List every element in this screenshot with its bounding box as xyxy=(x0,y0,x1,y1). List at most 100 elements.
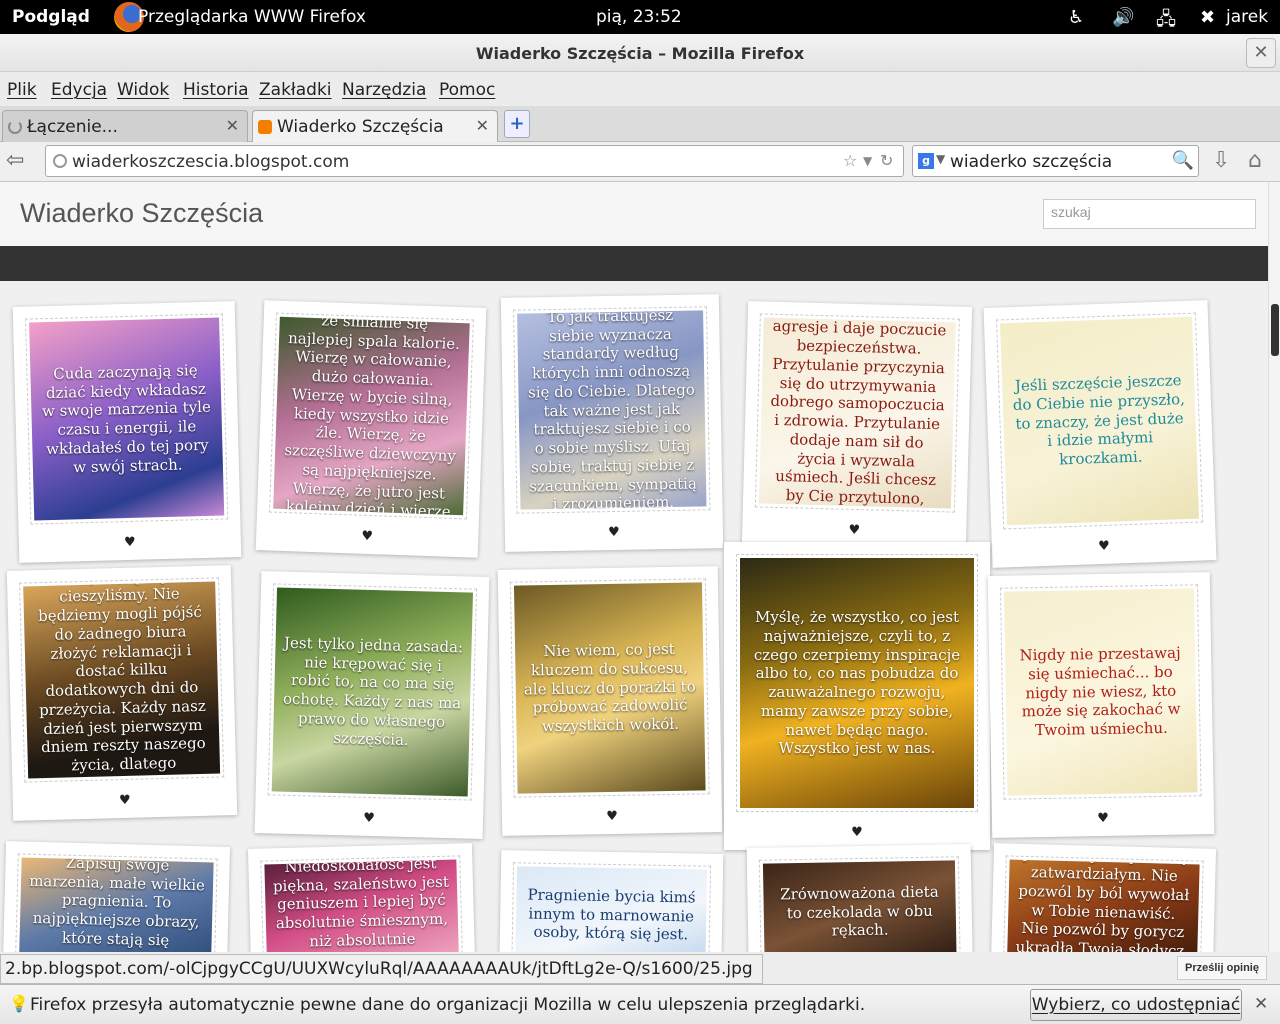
lightbulb-icon: 💡 xyxy=(9,994,29,1013)
app-menu[interactable]: Przeglądarka WWW Firefox xyxy=(138,7,366,27)
card-image[interactable]: To jak traktujesz siebie wyznacza standa… xyxy=(513,306,711,514)
vertical-scrollbar[interactable] xyxy=(1268,182,1280,952)
menu-help[interactable]: Pomoc xyxy=(439,80,495,100)
history-dropdown-icon[interactable]: ▼ xyxy=(863,154,872,168)
tab-label: Łączenie... xyxy=(27,117,118,137)
site-search-input[interactable]: szukaj xyxy=(1043,199,1256,229)
image-card[interactable]: Jeśli szczęście jeszcze do Ciebie nie pr… xyxy=(983,300,1217,568)
card-image[interactable]: Wierzę w róż. Wierzę, że śmianie się naj… xyxy=(269,312,474,520)
window-title: Wiaderko Szczęścia – Mozilla Firefox xyxy=(475,44,805,63)
tab-close-icon[interactable]: ✕ xyxy=(476,116,489,135)
card-image[interactable]: Bądź łagodny. Nie pozwól by uczynił Cię … xyxy=(1002,855,1204,952)
search-query[interactable]: wiaderko szczęścia xyxy=(950,152,1112,172)
image-card[interactable]: Przytulanie zmniejsza agresje i daje poc… xyxy=(741,301,973,551)
card-quote: Wierzę w róż. Wierzę, że śmianie się naj… xyxy=(284,316,461,516)
bookmark-star-icon[interactable]: ☆ xyxy=(843,151,857,170)
status-link-preview: 2.bp.blogspot.com/-olCjpgyCCgU/UUXWcyluR… xyxy=(0,954,763,984)
card-quote: Nigdy nie przestawaj się uśmiechać... bo… xyxy=(1019,643,1181,740)
image-card[interactable]: Jest tylko jedna zasada: nie krępować si… xyxy=(254,571,490,839)
card-image[interactable]: Jeśli szczęście jeszcze do Ciebie nie pr… xyxy=(995,312,1204,530)
search-icon[interactable]: 🔍 xyxy=(1172,150,1194,171)
heart-icon[interactable]: ♥ xyxy=(255,808,483,829)
card-quote: Myślę, że wszystko, co jest najważniejsz… xyxy=(753,608,961,758)
image-card[interactable]: Zrównoważona dieta to czekolada w obu rę… xyxy=(746,844,974,952)
card-image[interactable]: Powinniśmy zrozumieć, że nie dostaniemy … xyxy=(19,577,225,783)
site-nav-bar xyxy=(0,246,1268,281)
network-icon[interactable]: 🖧 xyxy=(1156,7,1176,37)
card-image[interactable]: Nigdy nie przestawaj się uśmiechać... bo… xyxy=(999,584,1202,800)
heart-icon[interactable]: ♥ xyxy=(724,825,990,840)
heart-icon[interactable]: ♥ xyxy=(505,523,723,542)
image-card[interactable]: Cuda zaczynają się dziać kiedy wkładasz … xyxy=(12,301,242,563)
heart-icon[interactable]: ♥ xyxy=(992,535,1216,558)
menu-edit[interactable]: Edycja xyxy=(51,80,107,100)
menu-view[interactable]: Widok xyxy=(117,80,169,100)
site-header: Wiaderko Szczęścia szukaj xyxy=(0,182,1268,246)
choose-sharing-button[interactable]: Wybierz, co udostępniać xyxy=(1030,989,1242,1021)
card-quote: Pragnienie bycia kimś innym to marnowani… xyxy=(527,885,696,944)
image-card[interactable]: Powinniśmy zrozumieć, że nie dostaniemy … xyxy=(6,565,238,821)
heart-icon[interactable]: ♥ xyxy=(742,520,966,541)
card-image[interactable]: Cuda zaczynają się dziać kiedy wkładasz … xyxy=(24,313,229,525)
card-image[interactable]: Zrównoważona dieta to czekolada w obu rę… xyxy=(758,856,961,952)
card-image[interactable]: Zapisuj swoje marzenia, małe wielkie pra… xyxy=(14,853,218,952)
new-tab-button[interactable]: + xyxy=(504,110,530,138)
heart-icon[interactable]: ♥ xyxy=(256,525,478,548)
feedback-button[interactable]: Prześlij opinię xyxy=(1177,956,1267,980)
home-icon[interactable]: ⌂ xyxy=(1248,148,1262,173)
menu-history[interactable]: Historia xyxy=(183,80,249,100)
navigation-toolbar: ⇦ wiaderkoszczescia.blogspot.com ☆ ▼ ↻ g… xyxy=(0,142,1280,182)
clock[interactable]: pią, 23:52 xyxy=(596,7,682,27)
card-image[interactable]: Pragnienie bycia kimś innym to marnowani… xyxy=(511,862,712,952)
image-card[interactable]: Pragnienie bycia kimś innym to marnowani… xyxy=(498,850,724,952)
window-titlebar: Wiaderko Szczęścia – Mozilla Firefox ✕ xyxy=(0,34,1280,72)
search-bar[interactable]: g ▼ wiaderko szczęścia 🔍 xyxy=(912,145,1199,177)
card-image[interactable]: Nie wiem, co jest kluczem do sukcesu, al… xyxy=(509,578,710,798)
google-engine-icon[interactable]: g xyxy=(918,153,934,169)
globe-icon xyxy=(53,154,67,168)
tab-active[interactable]: Wiaderko Szczęścia ✕ xyxy=(252,110,498,143)
tab-loading[interactable]: Łączenie... ✕ xyxy=(2,110,248,142)
image-card[interactable]: Myślę, że wszystko, co jest najważniejsz… xyxy=(724,542,990,850)
image-card[interactable]: Nie wiem, co jest kluczem do sukcesu, al… xyxy=(497,566,723,836)
accessibility-icon[interactable]: ♿ xyxy=(1068,7,1084,28)
user-menu[interactable]: jarek xyxy=(1226,7,1268,27)
image-card[interactable]: Niedoskonałość jest piękna, szaleństwo j… xyxy=(247,843,477,952)
menu-file[interactable]: Plik xyxy=(7,80,37,100)
card-quote: Jeśli szczęście jeszcze do Ciebie nie pr… xyxy=(1012,371,1186,469)
card-image[interactable]: Jest tylko jedna zasada: nie krępować si… xyxy=(267,583,478,801)
menu-bookmarks[interactable]: Zakładki xyxy=(259,80,332,100)
card-quote: Jest tylko jedna zasada: nie krępować si… xyxy=(282,633,464,749)
reload-icon[interactable]: ↻ xyxy=(880,151,893,170)
card-image[interactable]: Myślę, że wszystko, co jest najważniejsz… xyxy=(736,554,978,812)
card-quote: To jak traktujesz siebie wyznacza standa… xyxy=(527,310,697,510)
card-quote: Niedoskonałość jest piękna, szaleństwo j… xyxy=(272,859,450,952)
engine-dropdown-icon[interactable]: ▼ xyxy=(936,152,945,166)
scrollbar-thumb[interactable] xyxy=(1271,304,1279,356)
card-image[interactable]: Niedoskonałość jest piękna, szaleństwo j… xyxy=(260,855,464,952)
back-arrow-icon[interactable]: ⇦ xyxy=(6,148,24,173)
tab-close-icon[interactable]: ✕ xyxy=(226,116,239,135)
user-status-icon[interactable]: ✖ xyxy=(1200,7,1215,28)
image-card[interactable]: Bądź łagodny. Nie pozwól by uczynił Cię … xyxy=(989,843,1217,952)
volume-icon[interactable]: 🔊 xyxy=(1112,7,1134,28)
site-title[interactable]: Wiaderko Szczęścia xyxy=(20,198,263,229)
card-image[interactable]: Przytulanie zmniejsza agresje i daje poc… xyxy=(754,313,960,513)
notification-close-icon[interactable]: ✕ xyxy=(1254,994,1268,1014)
activities-button[interactable]: Podgląd xyxy=(12,7,90,27)
heart-icon[interactable]: ♥ xyxy=(13,790,237,811)
image-card[interactable]: To jak traktujesz siebie wyznacza standa… xyxy=(500,294,724,552)
image-card[interactable]: Zapisuj swoje marzenia, małe wielkie pra… xyxy=(1,841,231,952)
download-icon[interactable]: ⇩ xyxy=(1212,148,1230,173)
heart-icon[interactable]: ♥ xyxy=(502,807,722,826)
address-bar[interactable]: wiaderkoszczescia.blogspot.com ☆ ▼ ↻ xyxy=(45,145,904,177)
heart-icon[interactable]: ♥ xyxy=(992,809,1214,828)
window-close-button[interactable]: ✕ xyxy=(1246,38,1276,68)
menu-tools[interactable]: Narzędzia xyxy=(342,80,426,100)
image-card[interactable]: Nigdy nie przestawaj się uśmiechać... bo… xyxy=(987,572,1215,838)
menu-bar: Plik Edycja Widok Historia Zakładki Narz… xyxy=(0,72,1280,106)
tab-bar: Łączenie... ✕ Wiaderko Szczęścia ✕ xyxy=(0,106,1280,143)
image-card[interactable]: Wierzę w róż. Wierzę, że śmianie się naj… xyxy=(255,300,487,558)
heart-icon[interactable]: ♥ xyxy=(19,532,241,553)
address-url[interactable]: wiaderkoszczescia.blogspot.com xyxy=(72,152,349,172)
